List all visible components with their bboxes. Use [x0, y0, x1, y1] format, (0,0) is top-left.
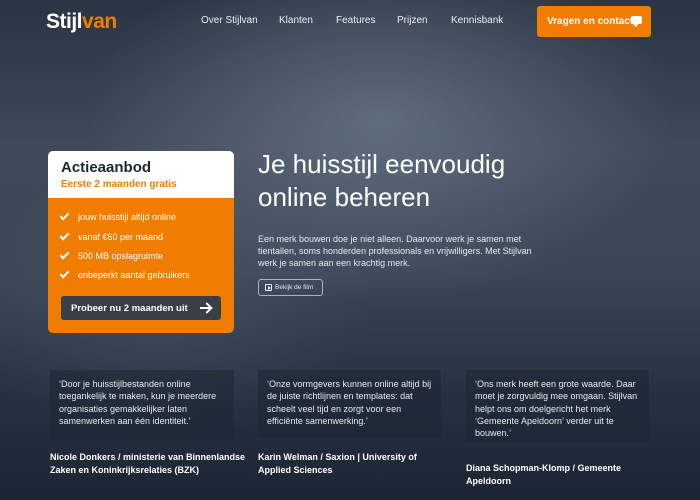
watch-film-label: Bekijk de film — [275, 284, 314, 291]
offer-card: Actieaanbod Eerste 2 maanden gratis jouw… — [48, 151, 234, 333]
testimonial-quote-box: ‘Ons merk heeft een grote waarde. Daar m… — [466, 370, 649, 442]
try-free-button-label: Probeer nu 2 maanden uit — [71, 302, 188, 314]
testimonial-quote: ‘Onze vormgevers kunnen online altijd bi… — [267, 379, 432, 426]
watch-film-button[interactable]: Bekijk de film — [258, 279, 323, 296]
nav-klanten[interactable]: Klanten — [279, 15, 313, 26]
testimonial-author: Nicole Donkers / ministerie van Binnenla… — [50, 452, 246, 475]
check-icon — [59, 210, 70, 221]
contact-button[interactable]: Vragen en contact — [537, 6, 651, 37]
offer-feature: vanaf €60 per maand — [59, 230, 164, 242]
offer-feature-label: onbeperkt aantal gebruikers — [78, 270, 190, 280]
check-icon — [59, 230, 70, 241]
testimonial-quote-box: ‘Onze vormgevers kunnen online altijd bi… — [258, 370, 441, 438]
check-icon — [59, 249, 70, 260]
nav-kennisbank[interactable]: Kennisbank — [451, 15, 503, 26]
hero-title-line-1: Je huisstijl eenvoudig — [258, 149, 506, 179]
try-free-button[interactable]: Probeer nu 2 maanden uit — [61, 296, 221, 320]
offer-feature: onbeperkt aantal gebruikers — [59, 268, 190, 280]
offer-subtitle: Eerste 2 maanden gratis — [61, 179, 177, 190]
testimonial-author: Diana Schopman-Klomp / Gemeente Apeldoor… — [466, 463, 622, 486]
check-icon — [59, 268, 70, 279]
logo-text-stijl: Stijl — [46, 10, 83, 33]
nav-features[interactable]: Features — [336, 15, 375, 26]
logo-text-van: van — [82, 10, 117, 33]
offer-feature-label: jouw huisstijl altijd online — [78, 212, 177, 222]
hero-title-line-2: online beheren — [258, 182, 431, 212]
stijlvan-logo[interactable]: Stijlvan — [46, 10, 117, 34]
offer-title: Actieaanbod — [61, 159, 152, 176]
arrow-right-icon — [200, 307, 210, 309]
testimonial-quote: ‘Door je huisstijlbestanden online toega… — [59, 379, 217, 426]
contact-button-label: Vragen en contact — [547, 16, 634, 27]
testimonial-quote: ‘Ons merk heeft een grote waarde. Daar m… — [475, 379, 638, 439]
chat-bubble-icon — [631, 16, 642, 27]
offer-feature: 500 MB opslagruimte — [59, 249, 164, 261]
offer-feature-label: vanaf €60 per maand — [78, 232, 164, 242]
offer-feature-label: 500 MB opslagruimte — [78, 251, 164, 261]
offer-feature: jouw huisstijl altijd online — [59, 210, 177, 222]
testimonial-author: Karin Welman / Saxion | University of Ap… — [258, 452, 417, 475]
play-icon — [265, 284, 272, 291]
testimonial-quote-box: ‘Door je huisstijlbestanden online toega… — [50, 370, 234, 440]
hero-description: Een merk bouwen doe je niet alleen. Daar… — [258, 234, 532, 268]
nav-prijzen[interactable]: Prijzen — [397, 15, 428, 26]
hero-title: Je huisstijl eenvoudig online beheren — [258, 148, 578, 214]
nav-over-stijlvan[interactable]: Over Stijlvan — [201, 15, 258, 26]
